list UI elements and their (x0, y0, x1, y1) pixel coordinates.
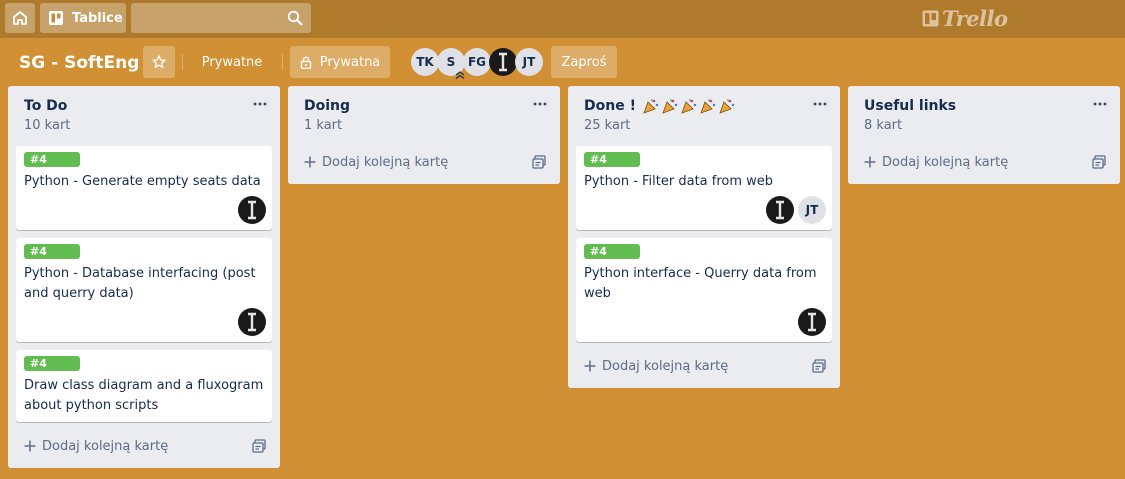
card-template-icon[interactable] (1092, 155, 1106, 169)
card-member-avatar[interactable] (238, 196, 266, 224)
list-title: Done ! (584, 98, 636, 114)
list-doing: Doing 1 kart Dodaj kolejną kartę (288, 86, 560, 184)
add-card-label: Dodaj kolejną kartę (882, 154, 1009, 170)
card-title: Python - Filter data from web (584, 174, 774, 189)
invite-button[interactable]: Zaproś (551, 46, 617, 78)
list-card-count: 1 kart (304, 118, 343, 133)
plus-icon (584, 360, 596, 372)
more-icon (253, 102, 267, 106)
card-member-avatar[interactable] (766, 196, 794, 224)
board-title[interactable]: SG - SoftEng (19, 50, 139, 76)
more-icon (813, 102, 827, 106)
plus-icon (304, 156, 316, 168)
card-template-icon[interactable] (532, 155, 546, 169)
list-done: Done ! 25 kart #4 Python - Filter data f… (568, 86, 840, 388)
party-popper-icon (643, 99, 659, 114)
search-input[interactable] (131, 3, 311, 33)
lock-icon (300, 56, 311, 69)
header-divider (282, 54, 283, 70)
visibility-label: Prywatna (319, 54, 381, 70)
boards-label: Tablice (72, 10, 123, 26)
list-menu-button[interactable] (1090, 96, 1110, 112)
party-popper-emojis (642, 98, 736, 114)
member-avatar[interactable]: TK (411, 48, 439, 76)
boards-button[interactable]: Tablice (40, 3, 126, 33)
list-to-do: To Do 10 kart #4 Python - Generate empty… (8, 86, 280, 468)
more-icon (533, 102, 547, 106)
add-card-button[interactable]: Dodaj kolejną kartę (584, 356, 728, 376)
add-card-button[interactable]: Dodaj kolejną kartę (864, 152, 1008, 172)
member-avatar[interactable]: S (437, 48, 465, 79)
list-card-count: 10 kart (24, 118, 71, 133)
card[interactable]: #4 Python - Filter data from web JT (576, 146, 832, 230)
add-card-button[interactable]: Dodaj kolejną kartę (304, 152, 448, 172)
card-member-avatar[interactable]: JT (798, 196, 826, 224)
card-template-icon[interactable] (812, 359, 826, 373)
avatar-image-icon (248, 200, 256, 220)
member-avatar[interactable]: JT (515, 48, 543, 76)
card-label: #4 (584, 152, 640, 167)
top-header: Tablice Trello (0, 0, 1125, 38)
avatar-image-icon (499, 52, 507, 72)
card-label: #4 (24, 244, 80, 259)
boards-icon (49, 11, 63, 25)
card-title: Python - Generate empty seats data (24, 174, 261, 189)
list-menu-button[interactable] (530, 96, 550, 112)
avatar-image-icon (808, 312, 816, 332)
add-card-label: Dodaj kolejną kartę (602, 358, 729, 374)
list-card-count: 8 kart (864, 118, 903, 133)
card-label: #4 (584, 244, 640, 259)
list-menu-button[interactable] (250, 96, 270, 112)
trello-logo[interactable]: Trello (922, 5, 1008, 31)
avatar-image-icon (776, 200, 784, 220)
header-divider (182, 54, 183, 70)
card-member-avatar[interactable] (238, 308, 266, 336)
list-title[interactable]: Useful links (864, 98, 956, 114)
card-title: Python interface - Querry data from web (584, 266, 817, 301)
card-label: #4 (24, 152, 80, 167)
card[interactable]: #4 Draw class diagram and a fluxogram ab… (16, 350, 272, 422)
list-title[interactable]: To Do (24, 98, 67, 114)
party-popper-icon (681, 99, 697, 114)
card[interactable]: #4 Python - Generate empty seats data (16, 146, 272, 230)
plus-icon (24, 440, 36, 452)
add-card-label: Dodaj kolejną kartę (322, 154, 449, 170)
card-title: Draw class diagram and a fluxogram about… (24, 378, 264, 413)
card-template-icon[interactable] (252, 439, 266, 453)
list-title[interactable]: Doing (304, 98, 350, 114)
search-icon (287, 10, 303, 26)
party-popper-icon (719, 99, 735, 114)
list-card-count: 25 kart (584, 118, 631, 133)
list-title-wrap[interactable]: Done ! (584, 98, 736, 114)
list-useful-links: Useful links 8 kart Dodaj kolejną kartę (848, 86, 1120, 184)
more-icon (1093, 102, 1107, 106)
member-avatar[interactable] (489, 48, 517, 76)
trello-logo-text: Trello (942, 5, 1008, 31)
team-button[interactable]: Prywatne (190, 46, 274, 78)
card[interactable]: #4 Python interface - Querry data from w… (576, 238, 832, 342)
plus-icon (864, 156, 876, 168)
member-avatar[interactable]: FG (463, 48, 491, 76)
home-button[interactable] (5, 3, 35, 33)
add-card-button[interactable]: Dodaj kolejną kartę (24, 436, 168, 456)
party-popper-icon (662, 99, 678, 114)
add-card-label: Dodaj kolejną kartę (42, 438, 169, 454)
trello-logo-icon (922, 10, 939, 26)
card-title: Python - Database interfacing (post and … (24, 266, 256, 301)
card-member-avatar[interactable] (798, 308, 826, 336)
card[interactable]: #4 Python - Database interfacing (post a… (16, 238, 272, 342)
visibility-button[interactable]: Prywatna (290, 46, 390, 78)
admin-chevron-icon (455, 71, 465, 79)
card-label: #4 (24, 356, 80, 371)
avatar-image-icon (248, 312, 256, 332)
star-icon (152, 55, 166, 69)
home-icon (13, 11, 27, 25)
list-menu-button[interactable] (810, 96, 830, 112)
party-popper-icon (700, 99, 716, 114)
star-button[interactable] (143, 46, 175, 78)
member-initials: S (446, 55, 456, 69)
